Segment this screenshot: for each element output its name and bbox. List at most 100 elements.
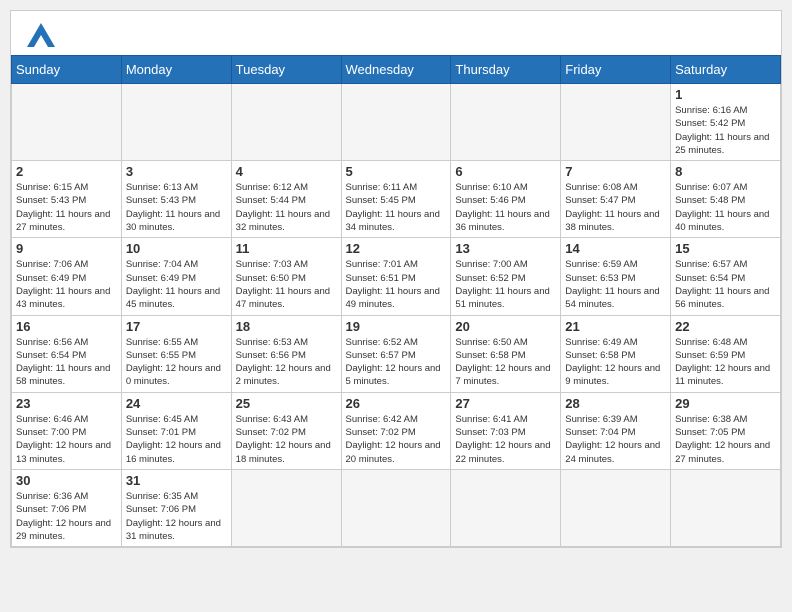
header	[11, 11, 781, 55]
calendar-header-sunday: Sunday	[12, 56, 122, 84]
calendar-day	[341, 469, 451, 546]
day-info: Sunrise: 6:16 AM Sunset: 5:42 PM Dayligh…	[675, 104, 776, 157]
calendar-day: 3 Sunrise: 6:13 AM Sunset: 5:43 PM Daylig…	[121, 161, 231, 238]
calendar-day	[341, 84, 451, 161]
day-number: 30	[16, 473, 117, 488]
calendar-header-saturday: Saturday	[671, 56, 781, 84]
calendar-week-4: 16Sunrise: 6:56 AM Sunset: 6:54 PM Dayli…	[12, 315, 781, 392]
calendar-page: SundayMondayTuesdayWednesdayThursdayFrid…	[10, 10, 782, 548]
day-info: Sunrise: 6:38 AM Sunset: 7:05 PM Dayligh…	[675, 413, 776, 466]
day-number: 13	[455, 241, 556, 256]
day-info: Sunrise: 6:55 AM Sunset: 6:55 PM Dayligh…	[126, 336, 227, 389]
day-number: 17	[126, 319, 227, 334]
calendar-day: 14Sunrise: 6:59 AM Sunset: 6:53 PM Dayli…	[561, 238, 671, 315]
day-number: 24	[126, 396, 227, 411]
calendar-day: 26Sunrise: 6:42 AM Sunset: 7:02 PM Dayli…	[341, 392, 451, 469]
day-info: Sunrise: 6:42 AM Sunset: 7:02 PM Dayligh…	[346, 413, 447, 466]
calendar-day: 12Sunrise: 7:01 AM Sunset: 6:51 PM Dayli…	[341, 238, 451, 315]
logo-icon	[27, 23, 55, 47]
day-number: 27	[455, 396, 556, 411]
calendar-day: 6Sunrise: 6:10 AM Sunset: 5:46 PM Daylig…	[451, 161, 561, 238]
day-number: 11	[236, 241, 337, 256]
day-info: Sunrise: 7:03 AM Sunset: 6:50 PM Dayligh…	[236, 258, 337, 311]
calendar-week-3: 9Sunrise: 7:06 AM Sunset: 6:49 PM Daylig…	[12, 238, 781, 315]
day-info: Sunrise: 6:52 AM Sunset: 6:57 PM Dayligh…	[346, 336, 447, 389]
day-info: Sunrise: 6:08 AM Sunset: 5:47 PM Dayligh…	[565, 181, 666, 234]
calendar-day: 11 Sunrise: 7:03 AM Sunset: 6:50 PM Dayli…	[231, 238, 341, 315]
calendar-week-1: 1 Sunrise: 6:16 AM Sunset: 5:42 PM Daylig…	[12, 84, 781, 161]
day-number: 1	[675, 87, 776, 102]
calendar-day: 28 Sunrise: 6:39 AM Sunset: 7:04 PM Dayli…	[561, 392, 671, 469]
day-info: Sunrise: 6:57 AM Sunset: 6:54 PM Dayligh…	[675, 258, 776, 311]
calendar-week-5: 23 Sunrise: 6:46 AM Sunset: 7:00 PM Dayli…	[12, 392, 781, 469]
calendar-day: 22Sunrise: 6:48 AM Sunset: 6:59 PM Dayli…	[671, 315, 781, 392]
day-number: 28	[565, 396, 666, 411]
calendar-day: 15Sunrise: 6:57 AM Sunset: 6:54 PM Dayli…	[671, 238, 781, 315]
day-info: Sunrise: 6:53 AM Sunset: 6:56 PM Dayligh…	[236, 336, 337, 389]
calendar-day	[121, 84, 231, 161]
calendar-day: 10 Sunrise: 7:04 AM Sunset: 6:49 PM Dayli…	[121, 238, 231, 315]
calendar-day: 31 Sunrise: 6:35 AM Sunset: 7:06 PM Dayli…	[121, 469, 231, 546]
day-number: 3	[126, 164, 227, 179]
calendar-day	[12, 84, 122, 161]
calendar-day	[231, 84, 341, 161]
calendar-day: 18 Sunrise: 6:53 AM Sunset: 6:56 PM Dayli…	[231, 315, 341, 392]
calendar-day: 17 Sunrise: 6:55 AM Sunset: 6:55 PM Dayli…	[121, 315, 231, 392]
calendar-day: 7Sunrise: 6:08 AM Sunset: 5:47 PM Daylig…	[561, 161, 671, 238]
day-number: 18	[236, 319, 337, 334]
calendar-day	[451, 469, 561, 546]
day-number: 23	[16, 396, 117, 411]
calendar-day: 30 Sunrise: 6:36 AM Sunset: 7:06 PM Dayli…	[12, 469, 122, 546]
calendar-table: SundayMondayTuesdayWednesdayThursdayFrid…	[11, 55, 781, 547]
calendar-day	[561, 469, 671, 546]
calendar-day: 23 Sunrise: 6:46 AM Sunset: 7:00 PM Dayli…	[12, 392, 122, 469]
day-info: Sunrise: 7:04 AM Sunset: 6:49 PM Dayligh…	[126, 258, 227, 311]
day-info: Sunrise: 7:01 AM Sunset: 6:51 PM Dayligh…	[346, 258, 447, 311]
calendar-day: 16Sunrise: 6:56 AM Sunset: 6:54 PM Dayli…	[12, 315, 122, 392]
calendar-day	[451, 84, 561, 161]
calendar-day: 2Sunrise: 6:15 AM Sunset: 5:43 PM Daylig…	[12, 161, 122, 238]
day-info: Sunrise: 6:49 AM Sunset: 6:58 PM Dayligh…	[565, 336, 666, 389]
day-number: 5	[346, 164, 447, 179]
calendar-day	[671, 469, 781, 546]
day-info: Sunrise: 6:56 AM Sunset: 6:54 PM Dayligh…	[16, 336, 117, 389]
calendar-day	[561, 84, 671, 161]
logo	[27, 23, 59, 47]
calendar-header-thursday: Thursday	[451, 56, 561, 84]
day-info: Sunrise: 6:12 AM Sunset: 5:44 PM Dayligh…	[236, 181, 337, 234]
day-info: Sunrise: 6:35 AM Sunset: 7:06 PM Dayligh…	[126, 490, 227, 543]
day-info: Sunrise: 6:43 AM Sunset: 7:02 PM Dayligh…	[236, 413, 337, 466]
calendar-header-row: SundayMondayTuesdayWednesdayThursdayFrid…	[12, 56, 781, 84]
day-number: 25	[236, 396, 337, 411]
day-number: 14	[565, 241, 666, 256]
day-number: 20	[455, 319, 556, 334]
day-info: Sunrise: 6:36 AM Sunset: 7:06 PM Dayligh…	[16, 490, 117, 543]
day-info: Sunrise: 6:39 AM Sunset: 7:04 PM Dayligh…	[565, 413, 666, 466]
day-info: Sunrise: 7:00 AM Sunset: 6:52 PM Dayligh…	[455, 258, 556, 311]
calendar-header-monday: Monday	[121, 56, 231, 84]
day-info: Sunrise: 6:13 AM Sunset: 5:43 PM Dayligh…	[126, 181, 227, 234]
day-info: Sunrise: 6:48 AM Sunset: 6:59 PM Dayligh…	[675, 336, 776, 389]
calendar-day	[231, 469, 341, 546]
calendar-day: 27 Sunrise: 6:41 AM Sunset: 7:03 PM Dayli…	[451, 392, 561, 469]
day-number: 31	[126, 473, 227, 488]
day-number: 4	[236, 164, 337, 179]
day-number: 10	[126, 241, 227, 256]
calendar-day: 25 Sunrise: 6:43 AM Sunset: 7:02 PM Dayli…	[231, 392, 341, 469]
day-number: 6	[455, 164, 556, 179]
calendar-day: 4 Sunrise: 6:12 AM Sunset: 5:44 PM Daylig…	[231, 161, 341, 238]
calendar-day: 5 Sunrise: 6:11 AM Sunset: 5:45 PM Daylig…	[341, 161, 451, 238]
day-info: Sunrise: 6:41 AM Sunset: 7:03 PM Dayligh…	[455, 413, 556, 466]
day-info: Sunrise: 6:15 AM Sunset: 5:43 PM Dayligh…	[16, 181, 117, 234]
day-number: 9	[16, 241, 117, 256]
day-info: Sunrise: 6:11 AM Sunset: 5:45 PM Dayligh…	[346, 181, 447, 234]
day-info: Sunrise: 6:46 AM Sunset: 7:00 PM Dayligh…	[16, 413, 117, 466]
day-info: Sunrise: 6:45 AM Sunset: 7:01 PM Dayligh…	[126, 413, 227, 466]
calendar-day: 21Sunrise: 6:49 AM Sunset: 6:58 PM Dayli…	[561, 315, 671, 392]
calendar-header-wednesday: Wednesday	[341, 56, 451, 84]
day-info: Sunrise: 6:50 AM Sunset: 6:58 PM Dayligh…	[455, 336, 556, 389]
calendar-header-friday: Friday	[561, 56, 671, 84]
calendar-day: 13 Sunrise: 7:00 AM Sunset: 6:52 PM Dayli…	[451, 238, 561, 315]
calendar-day: 8Sunrise: 6:07 AM Sunset: 5:48 PM Daylig…	[671, 161, 781, 238]
day-info: Sunrise: 6:07 AM Sunset: 5:48 PM Dayligh…	[675, 181, 776, 234]
